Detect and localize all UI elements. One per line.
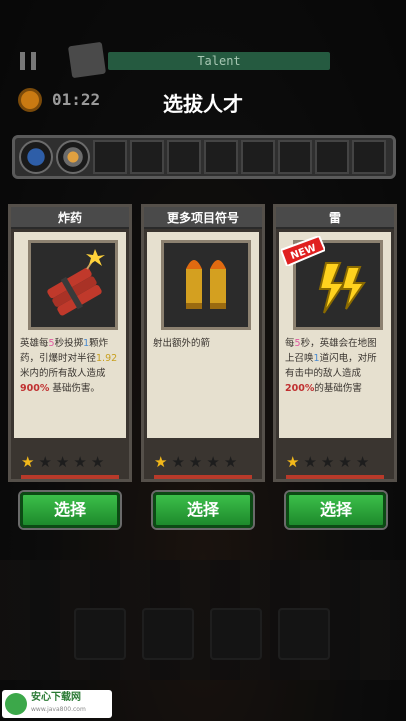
empty-skill-slot — [315, 140, 349, 174]
card-description: 射出额外的箭 — [153, 338, 211, 349]
skill-card-more-bullets[interactable]: 更多项目符号 射出额外的箭 ★ ★ ★ ★ ★ — [141, 204, 265, 482]
empty-skill-slot — [93, 140, 127, 174]
card-body: 射出额外的箭 — [147, 232, 259, 438]
new-badge: NEW — [281, 236, 325, 266]
star-icon: ★ — [303, 453, 317, 471]
rating-stars: ★ ★ ★ ★ ★ — [154, 455, 237, 470]
desc-value: 900% — [20, 383, 50, 394]
skill-card-dynamite[interactable]: 炸药 英雄每5秒投掷1颗炸药，引爆时对半径1.92米内的所有敌人造成900% 基… — [8, 204, 132, 482]
desc-text: 每 — [285, 338, 295, 349]
desc-value: 200% — [285, 383, 315, 394]
card-accent — [154, 475, 252, 479]
card-title: 炸药 — [11, 207, 129, 229]
desc-text: 基础伤害。 — [52, 383, 100, 394]
select-lightning-button[interactable]: 选择 — [286, 492, 386, 528]
select-more-bullets-button[interactable]: 选择 — [153, 492, 253, 528]
star-icon: ★ — [73, 453, 87, 471]
card-body: NEW 每5秒，英雄会在地图上召唤1道闪电，对所有击中的敌人造成200%的基础伤… — [279, 232, 391, 438]
desc-value: 1.92 — [96, 353, 118, 364]
watermark-url: www.java800.com — [31, 706, 86, 713]
card-body: 英雄每5秒投掷1颗炸药，引爆时对半径1.92米内的所有敌人造成900% 基础伤害… — [14, 232, 126, 438]
desc-text: 英雄每 — [20, 338, 49, 349]
skill-slot-bar — [12, 135, 396, 179]
empty-skill-slot — [241, 140, 275, 174]
star-icon: ★ — [154, 453, 168, 471]
star-icon: ★ — [223, 453, 238, 471]
select-dynamite-button[interactable]: 选择 — [20, 492, 120, 528]
watermark: 安心下载网 www.java800.com — [2, 690, 112, 718]
star-icon: ★ — [338, 453, 352, 471]
empty-skill-slot — [204, 140, 238, 174]
empty-skill-slot — [130, 140, 164, 174]
empty-skill-slot — [167, 140, 201, 174]
page-title: 选拔人才 — [163, 92, 243, 116]
card-accent — [21, 475, 119, 479]
star-icon: ★ — [355, 453, 370, 471]
rating-stars: ★ ★ ★ ★ ★ — [286, 455, 369, 470]
star-icon: ★ — [206, 453, 220, 471]
desc-text: 的基础伤害 — [314, 383, 362, 394]
star-icon: ★ — [188, 453, 203, 471]
star-icon: ★ — [90, 453, 105, 471]
rating-stars: ★ ★ ★ ★ ★ — [21, 455, 104, 470]
card-title: 雷 — [276, 207, 394, 229]
empty-skill-slot — [278, 140, 312, 174]
card-description: 每5秒，英雄会在地图上召唤1道闪电，对所有击中的敌人造成200%的基础伤害 — [285, 336, 385, 396]
star-icon: ★ — [38, 453, 52, 471]
card-accent — [286, 475, 384, 479]
empty-skill-slot — [352, 140, 386, 174]
card-title: 更多项目符号 — [144, 207, 262, 229]
watermark-logo-icon — [5, 693, 27, 715]
dynamite-icon — [28, 240, 118, 330]
cards-icon — [67, 41, 107, 79]
shockwave-icon — [19, 140, 53, 174]
desc-text: 秒投掷 — [54, 338, 84, 349]
desc-text: 米内的所有敌人造成 — [20, 368, 106, 379]
card-description: 英雄每5秒投掷1颗炸药，引爆时对半径1.92米内的所有敌人造成900% 基础伤害… — [20, 336, 120, 396]
star-icon: ★ — [320, 453, 335, 471]
star-icon: ★ — [21, 453, 35, 471]
star-icon: ★ — [171, 453, 185, 471]
talent-label: Talent — [197, 54, 241, 68]
gear-blade-icon — [56, 140, 90, 174]
watermark-name: 安心下载网 — [31, 692, 81, 703]
star-icon: ★ — [286, 453, 300, 471]
bullets-icon — [161, 240, 251, 330]
watermark-text: 安心下载网 www.java800.com — [31, 692, 86, 716]
pause-icon[interactable] — [20, 52, 36, 70]
star-icon: ★ — [55, 453, 70, 471]
skill-card-lightning[interactable]: 雷 NEW 每5秒，英雄会在地图上召唤1道闪电，对所有击中的敌人造成200%的基… — [273, 204, 397, 482]
